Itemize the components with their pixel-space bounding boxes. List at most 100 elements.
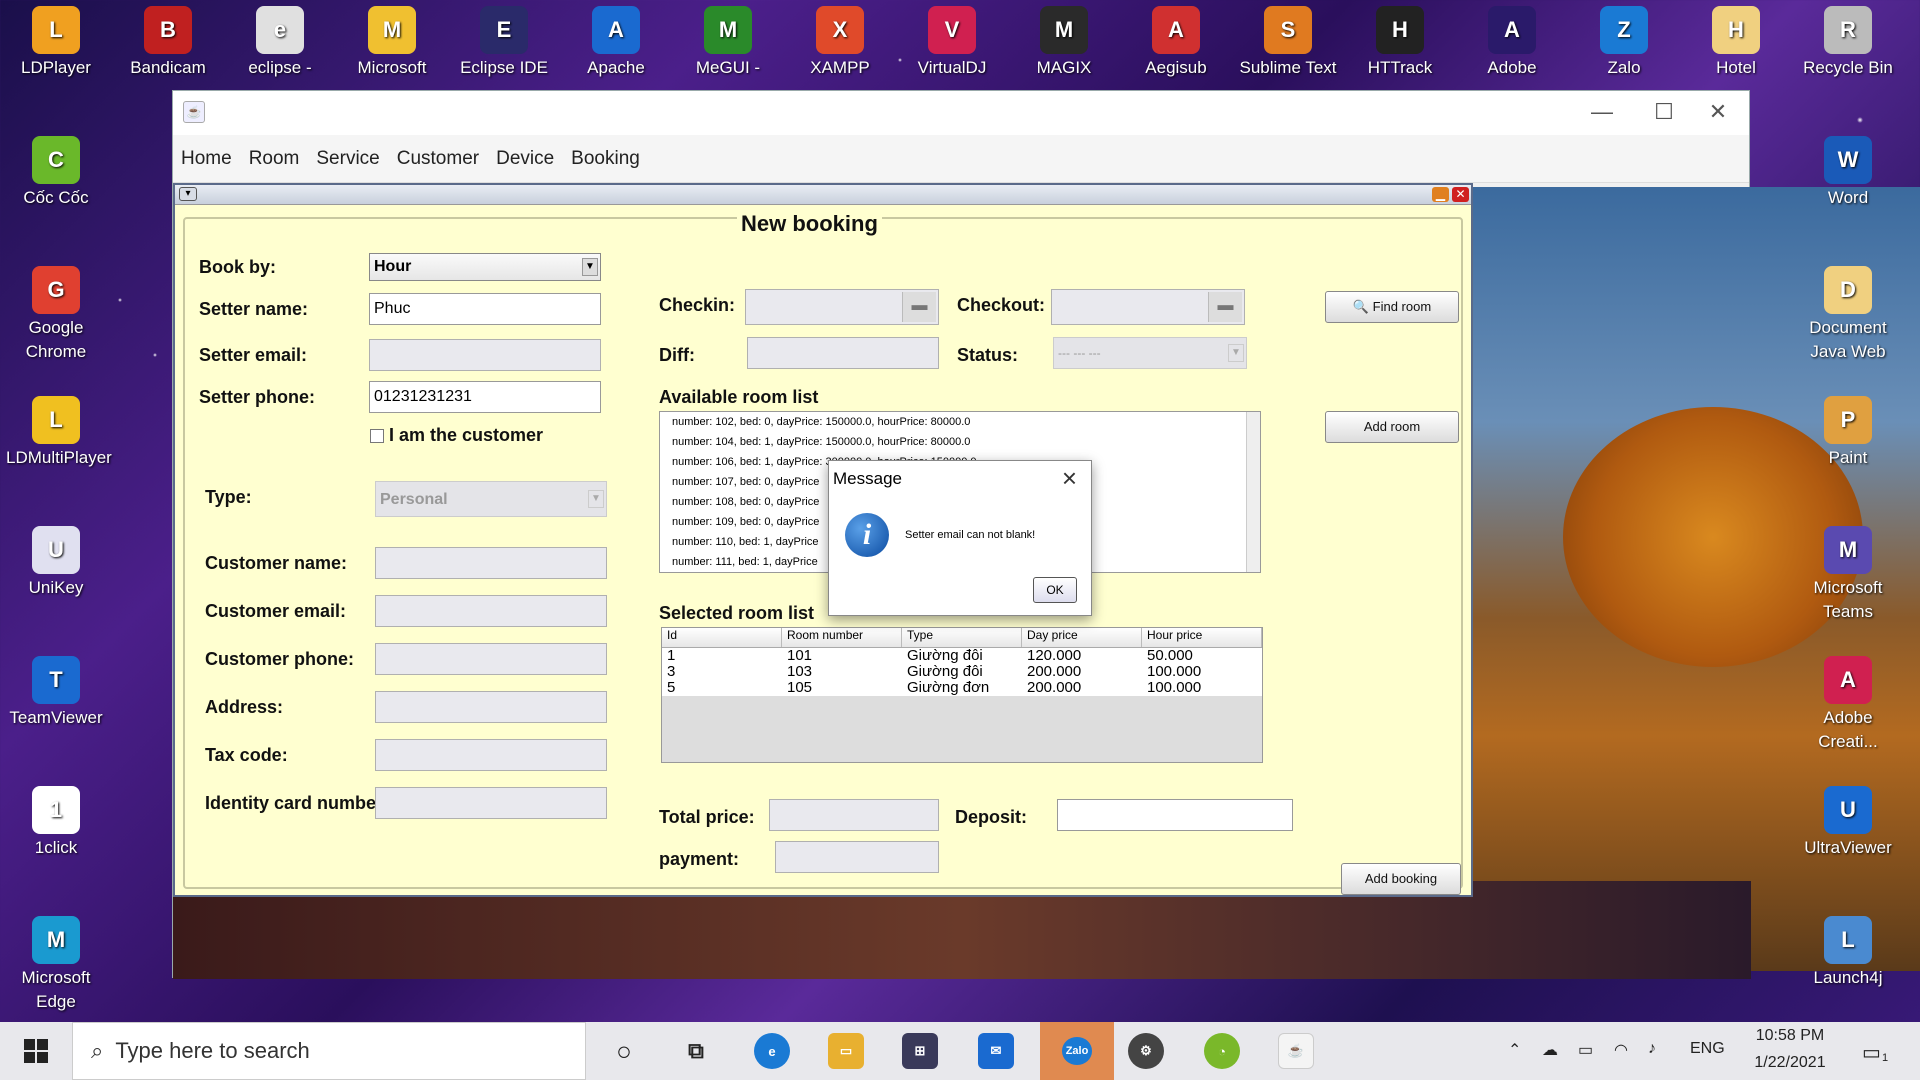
volume-icon[interactable]: ♪	[1648, 1040, 1656, 1058]
desktop-icon-ldplayer[interactable]: L LDPlayer	[6, 0, 106, 80]
notification-icon[interactable]: ▭	[1862, 1040, 1881, 1065]
setter-phone-field[interactable]: 01231231231	[369, 381, 601, 413]
desktop-icon-adobe-creati[interactable]: A Adobe Creati...	[1798, 650, 1898, 754]
customer-name-field[interactable]	[375, 547, 607, 579]
mail-icon[interactable]: ✉	[978, 1033, 1014, 1069]
find-room-button[interactable]: 🔍 Find room	[1325, 291, 1459, 323]
desktop-icon-document-java-web[interactable]: D Document Java Web	[1798, 260, 1898, 364]
task-view-icon[interactable]: ⧉	[678, 1033, 714, 1069]
desktop-icon-apache[interactable]: A Apache	[566, 0, 666, 80]
calendar-icon[interactable]: ▬	[902, 292, 936, 322]
desktop-icon-ultraviewer[interactable]: U UltraViewer	[1798, 780, 1898, 860]
table-row[interactable]: 5 105 Giường đơn 200.000 100.000	[662, 680, 1262, 696]
menu-booking[interactable]: Booking	[571, 148, 640, 170]
coccoc-icon[interactable]: ◔	[1204, 1033, 1240, 1069]
checkout-field[interactable]: ▬	[1051, 289, 1245, 325]
close-button[interactable]: ✕	[1695, 99, 1741, 127]
java-icon[interactable]: ☕	[1278, 1033, 1314, 1069]
diff-field[interactable]	[747, 337, 939, 369]
scrollbar[interactable]	[1246, 412, 1260, 572]
desktop-icon-bandicam[interactable]: B Bandicam	[118, 0, 218, 80]
desktop-icon-adobe[interactable]: A Adobe	[1462, 0, 1562, 80]
column-header[interactable]: Id	[662, 628, 782, 647]
desktop-icon-httrack[interactable]: H HTTrack	[1350, 0, 1450, 80]
window-titlebar[interactable]: ☕ — ☐ ✕	[173, 91, 1749, 135]
clock-date[interactable]: 1/22/2021	[1748, 1054, 1832, 1072]
add-room-button[interactable]: Add room	[1325, 411, 1459, 443]
frame-minimize-icon[interactable]: ▁	[1432, 187, 1449, 202]
zalo-taskbar-icon[interactable]: Zalo	[1040, 1022, 1114, 1080]
wifi-icon[interactable]: ◠	[1614, 1040, 1628, 1060]
desktop-icon-eclipse[interactable]: e eclipse -	[230, 0, 330, 80]
checkin-field[interactable]: ▬	[745, 289, 939, 325]
setter-email-field[interactable]	[369, 339, 601, 371]
settings-gear-icon[interactable]: ⚙	[1128, 1033, 1164, 1069]
selected-room-table[interactable]: Id Room number Type Day price Hour price 1 10…	[661, 627, 1263, 763]
total-price-field[interactable]	[769, 799, 939, 831]
desktop-icon-c-c-c-c[interactable]: C Cốc Cốc	[6, 130, 106, 210]
desktop-icon-word[interactable]: W Word	[1798, 130, 1898, 210]
frame-close-icon[interactable]: ✕	[1452, 187, 1469, 202]
column-header[interactable]: Day price	[1022, 628, 1142, 647]
identity-field[interactable]	[375, 787, 607, 819]
desktop-icon-recycle-bin[interactable]: R Recycle Bin	[1798, 0, 1898, 80]
payment-field[interactable]	[775, 841, 939, 873]
book-by-select[interactable]: Hour ▼	[369, 253, 601, 281]
menu-device[interactable]: Device	[496, 148, 554, 170]
cortana-icon[interactable]: ○	[606, 1033, 642, 1069]
desktop-icon-microsoft-edge[interactable]: M Microsoft Edge	[6, 910, 106, 1014]
taskbar-search[interactable]: ⌕ Type here to search	[72, 1022, 586, 1080]
desktop-icon-zalo[interactable]: Z Zalo	[1574, 0, 1674, 80]
file-explorer-icon[interactable]: ▭	[828, 1033, 864, 1069]
list-item[interactable]: number: 104, bed: 1, dayPrice: 150000.0,…	[666, 432, 1260, 452]
setter-name-field[interactable]: Phuc	[369, 293, 601, 325]
tax-code-field[interactable]	[375, 739, 607, 771]
desktop-icon-ldmultiplayer[interactable]: L LDMultiPlayer	[6, 390, 112, 470]
customer-email-field[interactable]	[375, 595, 607, 627]
store-icon[interactable]: ⊞	[902, 1033, 938, 1069]
desktop-icon-microsoft-teams[interactable]: M Microsoft Teams	[1798, 520, 1898, 624]
menu-service[interactable]: Service	[316, 148, 379, 170]
close-icon[interactable]: ×	[1062, 463, 1077, 494]
desktop-icon-megui[interactable]: M MeGUI -	[678, 0, 778, 80]
type-select[interactable]: Personal ▼	[375, 481, 607, 517]
menu-home[interactable]: Home	[181, 148, 232, 170]
desktop-icon-paint[interactable]: P Paint	[1798, 390, 1898, 470]
menu-customer[interactable]: Customer	[397, 148, 479, 170]
desktop-icon-magix[interactable]: M MAGIX	[1014, 0, 1114, 80]
desktop-icon-hotel[interactable]: H Hotel	[1686, 0, 1786, 80]
customer-phone-field[interactable]	[375, 643, 607, 675]
desktop-icon-1click[interactable]: 1 1click	[6, 780, 106, 860]
desktop-icon-eclipse-ide[interactable]: E Eclipse IDE	[454, 0, 554, 80]
menu-room[interactable]: Room	[249, 148, 300, 170]
desktop-icon-teamviewer[interactable]: T TeamViewer	[6, 650, 106, 730]
ok-button[interactable]: OK	[1033, 577, 1077, 603]
onedrive-icon[interactable]: ☁	[1542, 1040, 1558, 1060]
battery-icon[interactable]: ▭	[1578, 1040, 1593, 1060]
frame-menu-icon[interactable]: ▾	[179, 187, 197, 201]
calendar-icon[interactable]: ▬	[1208, 292, 1242, 322]
column-header[interactable]: Type	[902, 628, 1022, 647]
desktop-icon-xampp[interactable]: X XAMPP	[790, 0, 890, 80]
desktop-icon-microsoft[interactable]: M Microsoft	[342, 0, 442, 80]
frame-titlebar[interactable]: ▾ ▁ ✕	[175, 185, 1471, 205]
add-booking-button[interactable]: Add booking	[1341, 863, 1461, 895]
list-item[interactable]: number: 102, bed: 0, dayPrice: 150000.0,…	[666, 412, 1260, 432]
desktop-icon-virtualdj[interactable]: V VirtualDJ	[902, 0, 1002, 80]
table-row[interactable]: 3 103 Giường đôi 200.000 100.000	[662, 664, 1262, 680]
clock-time[interactable]: 10:58 PM	[1750, 1027, 1830, 1045]
status-select[interactable]: --- --- --- ▼	[1053, 337, 1247, 369]
customer-checkbox[interactable]	[370, 429, 384, 443]
desktop-icon-aegisub[interactable]: A Aegisub	[1126, 0, 1226, 80]
table-row[interactable]: 1 101 Giường đôi 120.000 50.000	[662, 648, 1262, 664]
column-header[interactable]: Room number	[782, 628, 902, 647]
language-indicator[interactable]: ENG	[1690, 1040, 1725, 1058]
address-field[interactable]	[375, 691, 607, 723]
desktop-icon-launch4j[interactable]: L Launch4j	[1798, 910, 1898, 990]
desktop-icon-sublime-text[interactable]: S Sublime Text	[1238, 0, 1338, 80]
chevron-up-icon[interactable]: ⌃	[1508, 1040, 1521, 1060]
column-header[interactable]: Hour price	[1142, 628, 1262, 647]
start-button[interactable]	[0, 1022, 72, 1080]
desktop-icon-unikey[interactable]: U UniKey	[6, 520, 106, 600]
desktop-icon-google-chrome[interactable]: G Google Chrome	[6, 260, 106, 364]
